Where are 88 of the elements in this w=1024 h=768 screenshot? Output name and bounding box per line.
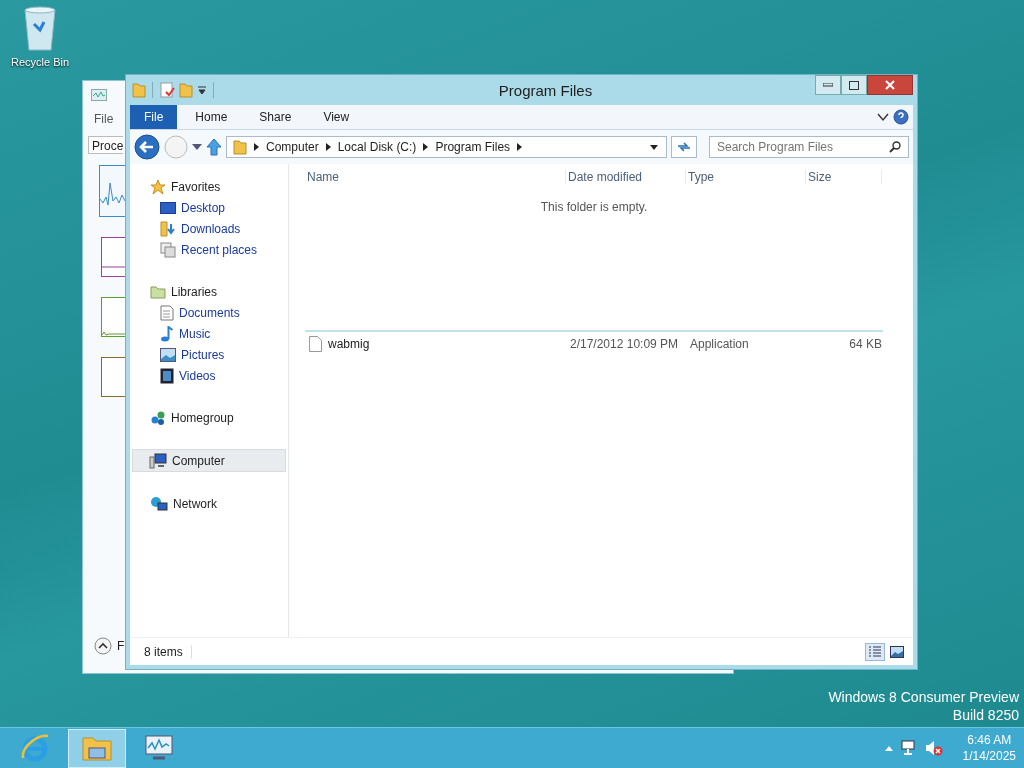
- dropdown-icon[interactable]: [197, 85, 207, 95]
- graph-thumbnail[interactable]: [101, 357, 127, 397]
- back-button[interactable]: [134, 134, 160, 160]
- ribbon-tab[interactable]: Home: [181, 105, 242, 129]
- expand-ribbon-icon[interactable]: [877, 112, 889, 122]
- clock-time: 6:46 AM: [967, 732, 1012, 748]
- refresh-button[interactable]: [671, 136, 697, 158]
- nav-item[interactable]: Network: [130, 493, 288, 514]
- nav-item[interactable]: Downloads: [130, 218, 288, 239]
- nav-item[interactable]: Libraries: [130, 281, 288, 302]
- graph-thumbnail[interactable]: [101, 237, 127, 277]
- item-count: 8 items: [144, 644, 192, 659]
- close-button[interactable]: [867, 75, 913, 95]
- search-field[interactable]: Search Program Files: [709, 136, 909, 158]
- ribbon-tab[interactable]: Share: [245, 105, 306, 129]
- computer-icon: [149, 452, 167, 469]
- file-name[interactable]: wabmig: [328, 337, 370, 351]
- desktop-icon: [160, 200, 176, 215]
- music-note-icon: [160, 325, 174, 342]
- nav-item[interactable]: Music: [130, 323, 288, 344]
- refresh-icon: [677, 141, 691, 153]
- pictures-icon: [160, 347, 176, 362]
- library-icon: [150, 284, 166, 299]
- column-header[interactable]: Name: [305, 170, 566, 184]
- nav-item[interactable]: Documents: [130, 302, 288, 323]
- column-header[interactable]: Type: [686, 170, 806, 184]
- close-icon: [885, 80, 895, 90]
- edition-text: Build 8250: [952, 707, 1019, 723]
- menu-item[interactable]: File: [94, 112, 114, 126]
- maximize-button[interactable]: [841, 75, 867, 95]
- address-bar[interactable]: Computer Local Disk (C:) Program Files: [226, 136, 667, 158]
- nav-item[interactable]: Homegroup: [130, 407, 288, 428]
- recent-places-icon: [160, 241, 176, 258]
- folder-icon: [233, 139, 247, 155]
- empty-folder-message: This folder is empty.: [540, 200, 648, 214]
- muted-speaker-icon[interactable]: [924, 740, 943, 756]
- chevron-icon[interactable]: [325, 143, 331, 151]
- nav-item[interactable]: Recent places: [130, 239, 288, 260]
- dropdown-icon[interactable]: [650, 144, 658, 150]
- file-icon: [309, 336, 322, 352]
- details-view-icon: [868, 645, 882, 658]
- ribbon-tab[interactable]: File: [130, 105, 178, 129]
- recycle-bin-icon[interactable]: [22, 6, 58, 52]
- up-arrow-icon[interactable]: [206, 138, 222, 156]
- nav-item[interactable]: Pictures: [130, 344, 288, 365]
- table-cell-text: 2/17/2012 10:09 PM: [569, 337, 680, 351]
- window-title: Program Files: [498, 81, 593, 99]
- show-hidden-icons-icon[interactable]: [884, 745, 893, 751]
- clock-date: 1/14/2025: [962, 748, 1016, 764]
- edition-text: Windows 8 Consumer Preview: [828, 689, 1019, 705]
- table-cell-text: 64 KB: [848, 337, 882, 351]
- table-cell-text: Application: [689, 337, 750, 351]
- breadcrumb[interactable]: Program Files: [435, 140, 511, 154]
- nav-item[interactable]: Computer: [132, 449, 286, 472]
- recent-dropdown-icon[interactable]: [192, 144, 202, 150]
- chevron-icon[interactable]: [254, 143, 259, 151]
- monitor-icon: [91, 89, 107, 101]
- folder-taskbar-button[interactable]: [68, 728, 126, 768]
- ribbon-tab[interactable]: View: [309, 105, 364, 129]
- column-header[interactable]: Date modified: [566, 170, 686, 184]
- chevron-icon[interactable]: [423, 143, 429, 151]
- network-icon: [150, 495, 168, 512]
- properties-icon[interactable]: [159, 82, 175, 98]
- tiles-view-icon: [890, 645, 904, 658]
- nav-item[interactable]: Desktop: [130, 197, 288, 218]
- film-icon: [160, 367, 174, 384]
- monitor-icon: [143, 734, 175, 762]
- maximize-icon: [849, 80, 859, 90]
- folder-icon: [81, 734, 113, 762]
- downloads-icon: [160, 220, 176, 237]
- browser-icon: [19, 732, 51, 764]
- chevron-icon[interactable]: [517, 143, 523, 151]
- column-header[interactable]: Size: [806, 170, 882, 184]
- minimize-icon: [823, 83, 833, 87]
- search-icon[interactable]: [889, 141, 901, 153]
- help-icon[interactable]: [893, 109, 909, 125]
- homegroup-icon: [150, 409, 166, 426]
- nav-item[interactable]: Favorites: [130, 176, 288, 197]
- document-icon: [160, 304, 174, 321]
- network-status-icon[interactable]: [900, 740, 917, 756]
- breadcrumb[interactable]: Local Disk (C:): [337, 140, 417, 154]
- tab[interactable]: Proce: [88, 136, 124, 154]
- breadcrumb[interactable]: Computer: [266, 140, 319, 154]
- nav-item[interactable]: Videos: [130, 365, 288, 386]
- graph-thumbnail[interactable]: [101, 297, 127, 337]
- star-icon: [150, 178, 166, 195]
- details-toggle[interactable]: F: [117, 639, 125, 653]
- collapse-icon[interactable]: [94, 637, 112, 655]
